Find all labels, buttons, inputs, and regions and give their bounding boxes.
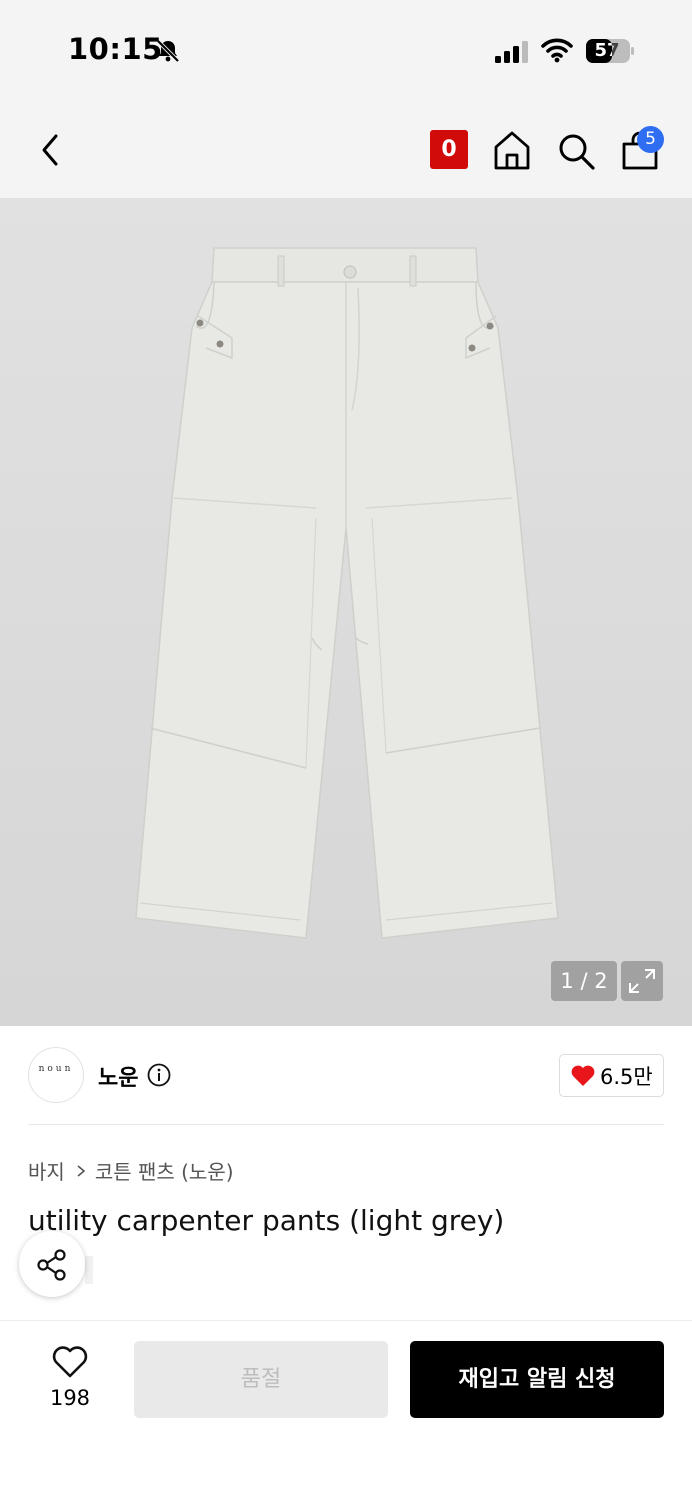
heart-outline-icon[interactable] — [52, 1345, 88, 1379]
product-title: utility carpenter pants (light grey) — [28, 1204, 505, 1237]
brand-like-count: 6.5만 — [600, 1065, 653, 1089]
search-icon[interactable] — [556, 131, 596, 171]
breadcrumb-subcategory[interactable]: 코튼 팬츠 (노운) — [95, 1156, 234, 1185]
divider — [28, 1124, 664, 1125]
expand-image-button[interactable] — [621, 961, 663, 1001]
back-icon[interactable] — [36, 132, 66, 168]
status-time: 10:15 — [68, 32, 163, 66]
bell-slash-icon — [156, 39, 180, 63]
brand-logo[interactable] — [28, 1047, 84, 1103]
brand-logo-text: noun — [38, 1064, 74, 1074]
brand-name[interactable]: 노운 — [98, 1060, 138, 1092]
info-icon[interactable] — [147, 1063, 171, 1087]
zero-badge-button[interactable]: 0 — [430, 130, 468, 169]
tag-chip — [85, 1256, 93, 1284]
expand-icon — [629, 969, 655, 993]
heart-filled-icon — [571, 1065, 595, 1086]
home-icon[interactable] — [492, 129, 532, 171]
product-image[interactable] — [0, 198, 692, 1026]
restock-alert-button[interactable]: 재입고 알림 신청 — [410, 1341, 664, 1418]
chevron-right-icon — [77, 1164, 86, 1177]
wifi-icon — [541, 38, 573, 63]
cart-count-badge: 5 — [637, 126, 664, 153]
soldout-button: 품절 — [134, 1341, 388, 1418]
breadcrumb: 바지 코튼 팬츠 (노운) — [28, 1156, 234, 1185]
signal-icon — [495, 41, 528, 63]
wish-count: 198 — [49, 1386, 91, 1410]
image-counter: 1 / 2 — [551, 961, 617, 1001]
battery-level: 57 — [594, 40, 620, 61]
share-icon — [37, 1249, 66, 1281]
breadcrumb-category[interactable]: 바지 — [28, 1156, 65, 1185]
pants-illustration — [0, 198, 692, 1026]
